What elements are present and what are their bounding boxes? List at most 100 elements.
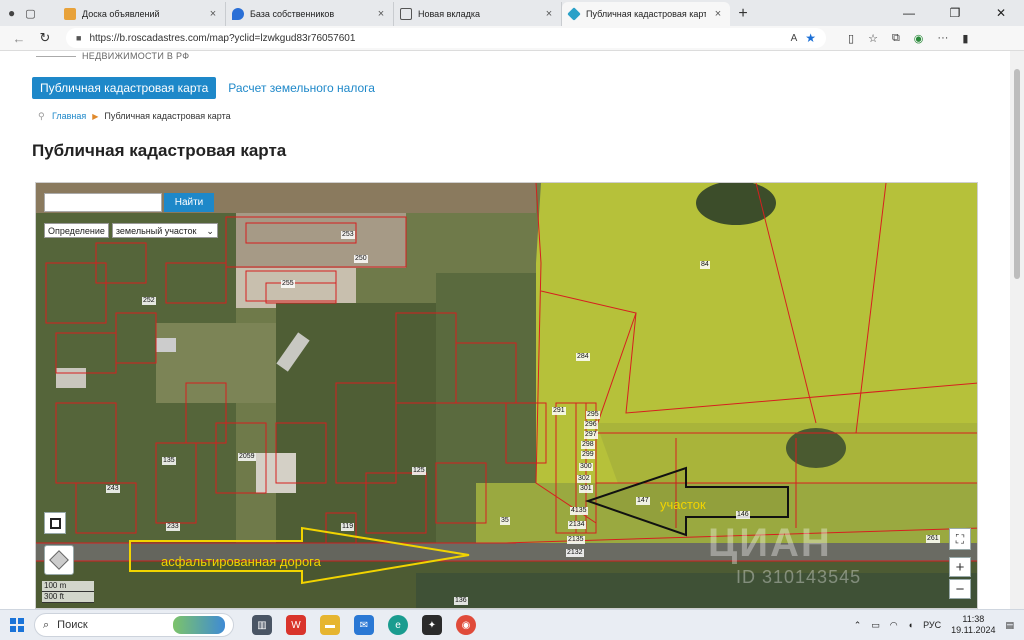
app-star-icon[interactable]: ✦ (422, 615, 442, 635)
parcel-label[interactable]: 146 (736, 511, 750, 519)
volume-icon[interactable]: ◖ (908, 620, 913, 630)
web-page: НЕДВИЖИМОСТИ В РФ Публичная кадастровая … (0, 51, 1024, 609)
tab-ads[interactable]: Доска объявлений × (58, 2, 226, 26)
close-tab-icon[interactable]: × (543, 8, 555, 20)
language-indicator[interactable]: РУС (923, 620, 941, 630)
favorites-icon[interactable]: ☆ (868, 32, 878, 45)
wps-office-icon[interactable]: W (286, 615, 306, 635)
ads-favicon-icon (64, 8, 76, 20)
close-tab-icon[interactable]: × (712, 8, 724, 20)
parcel-label[interactable]: 233 (166, 523, 180, 531)
page-scrollbar[interactable] (1010, 51, 1024, 609)
parcel-label[interactable]: 35 (500, 517, 510, 525)
parcel-label[interactable]: 296 (584, 421, 598, 429)
cian-watermark: ЦИАН (708, 521, 832, 565)
split-screen-icon[interactable]: ▯ (848, 32, 854, 45)
parcel-label[interactable]: 301 (579, 485, 593, 493)
battery-icon[interactable]: ▭ (871, 620, 880, 631)
tab-cadastral-map[interactable]: Публичная кадастровая карта × (562, 2, 730, 26)
tray-expand-icon[interactable]: ⌃ (854, 620, 862, 631)
cian-watermark-id: ID 310143545 (736, 567, 862, 587)
parcel-label[interactable]: 2135 (567, 536, 585, 544)
breadcrumb: ⚲ Главная ▶ Публичная кадастровая карта (38, 111, 231, 121)
tab-owners[interactable]: База собственников × (226, 2, 394, 26)
extensions-icon[interactable]: ◉ (914, 32, 924, 45)
page-title: Публичная кадастровая карта (32, 141, 287, 160)
parcel-label[interactable]: 125 (412, 467, 426, 475)
parcel-label[interactable]: 298 (581, 441, 595, 449)
taskbar: ⌕ Поиск ▥ W ▬ ✉ e ✦ ◉ ⌃ ▭ ◠ ◖ РУС 11:38 … (0, 609, 1024, 640)
parcel-label[interactable]: 84 (700, 261, 710, 269)
parcel-label[interactable]: 4135 (570, 507, 588, 515)
breadcrumb-separator-icon: ▶ (92, 111, 99, 121)
draw-square-icon (49, 517, 61, 529)
close-tab-icon[interactable]: × (207, 8, 219, 20)
taskbar-search[interactable]: ⌕ Поиск (34, 613, 234, 637)
url-field[interactable]: ■ https://b.roscadastres.com/map?yclid=l… (66, 28, 826, 48)
parcel-label[interactable]: 136 (454, 597, 468, 605)
task-view-icon[interactable]: ▥ (252, 615, 272, 635)
zoom-out-button[interactable]: − (949, 579, 971, 599)
nav-cadastral-map-button[interactable]: Публичная кадастровая карта (32, 77, 217, 99)
zoom-in-button[interactable]: + (949, 557, 971, 577)
network-icon[interactable]: ◠ (890, 620, 898, 631)
read-aloud-icon[interactable]: A (791, 33, 798, 44)
parcel-label[interactable]: 255 (281, 280, 295, 288)
parcel-label[interactable]: 299 (581, 451, 595, 459)
notifications-icon[interactable]: ▤ (1005, 620, 1014, 631)
parcel-label[interactable]: 297 (584, 431, 598, 439)
breadcrumb-home-link[interactable]: Главная (52, 111, 86, 121)
parcel-label[interactable]: 250 (354, 255, 368, 263)
map-search-button[interactable]: Найти (164, 193, 214, 212)
clock[interactable]: 11:38 19.11.2024 (951, 614, 995, 636)
parcel-label[interactable]: 302 (577, 475, 591, 483)
clock-date: 19.11.2024 (951, 625, 996, 635)
new-tab-button[interactable]: + (730, 2, 756, 26)
layers-button[interactable] (44, 545, 74, 575)
cadastral-map[interactable]: 253 250 255 252 84 284 295 296 297 298 2… (35, 182, 978, 609)
minimize-icon[interactable]: — (886, 6, 932, 20)
parcel-label[interactable]: 252 (142, 297, 156, 305)
sidebar-toggle-icon[interactable]: ▮ (962, 32, 968, 45)
parcel-label[interactable]: 295 (586, 411, 600, 419)
collections-icon[interactable]: ⧉ (892, 32, 900, 45)
parcel-label[interactable]: 2134 (568, 521, 586, 529)
scale-metric: 100 m (42, 581, 94, 592)
scrollbar-thumb[interactable] (1014, 69, 1020, 279)
close-tab-icon[interactable]: × (375, 8, 387, 20)
profile-icon[interactable]: ● (8, 6, 15, 20)
chrome-browser-icon[interactable]: ◉ (456, 615, 476, 635)
parcel-label[interactable]: 2059 (238, 453, 256, 461)
fullscreen-button[interactable]: ⛶ (949, 528, 971, 550)
edge-browser-icon[interactable]: e (388, 615, 408, 635)
parcel-label[interactable]: 300 (579, 463, 593, 471)
tab-actions-icon[interactable]: ▢ (25, 7, 35, 20)
more-menu-icon[interactable]: ··· (937, 32, 948, 45)
mail-icon[interactable]: ✉ (354, 615, 374, 635)
parcel-label[interactable]: 2132 (566, 549, 584, 557)
parcel-label[interactable]: 243 (106, 485, 120, 493)
parcel-label[interactable]: 253 (341, 231, 355, 239)
parcel-label[interactable]: 135 (162, 457, 176, 465)
parcel-label[interactable]: 284 (576, 353, 590, 361)
map-search-input[interactable] (44, 193, 162, 212)
start-button[interactable] (0, 610, 34, 640)
tab-title: База собственников (250, 9, 335, 19)
restore-icon[interactable]: ❐ (932, 6, 978, 20)
reload-icon[interactable]: ↻ (32, 30, 58, 46)
map-search: Найти (44, 193, 214, 212)
back-arrow-icon[interactable]: ← (6, 31, 32, 46)
parcel-label[interactable]: 291 (552, 407, 566, 415)
file-explorer-icon[interactable]: ▬ (320, 615, 340, 635)
close-window-icon[interactable]: ✕ (978, 6, 1024, 20)
tab-new[interactable]: Новая вкладка × (394, 2, 562, 26)
parcel-label[interactable]: 261 (926, 535, 940, 543)
parcel-label[interactable]: 119 (341, 523, 355, 531)
location-pin-icon (232, 8, 244, 20)
draw-area-button[interactable] (44, 512, 66, 534)
nav-land-tax-link[interactable]: Расчет земельного налога (226, 77, 377, 99)
definition-select[interactable]: земельный участок ⌄ (111, 223, 218, 238)
favorite-star-icon[interactable]: ★ (805, 31, 816, 45)
definition-row: Определение земельный участок ⌄ (44, 223, 218, 238)
parcel-label[interactable]: 147 (636, 497, 650, 505)
